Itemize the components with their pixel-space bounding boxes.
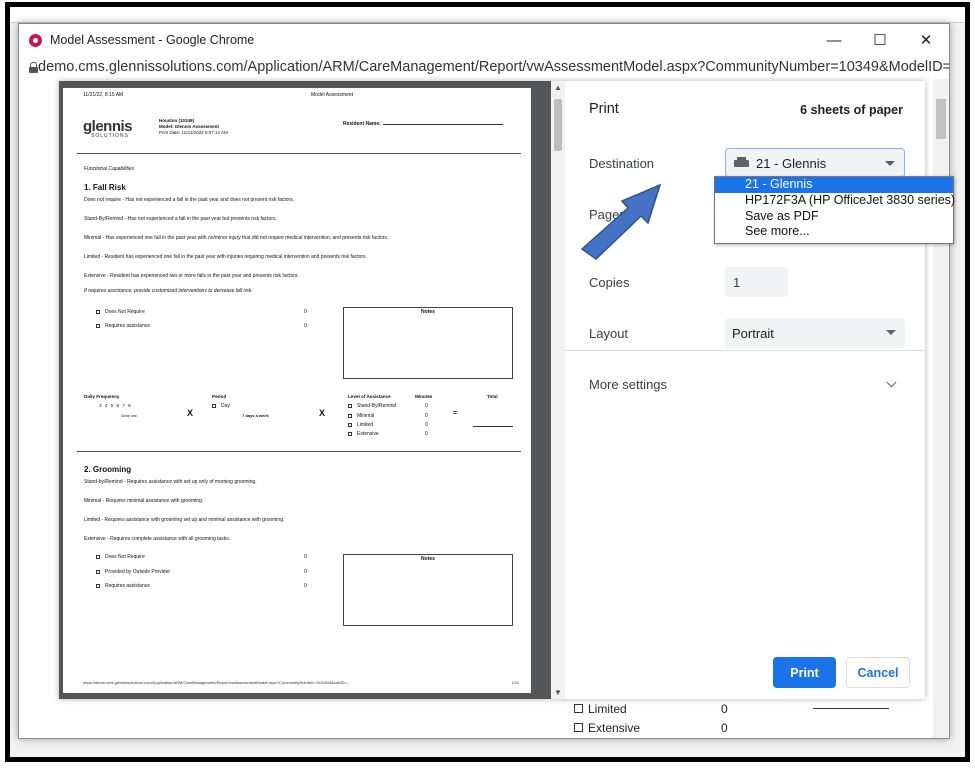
print-dialog: 11/21/22, 8:15 AM Model Assessment glenn…: [59, 81, 925, 699]
section-label: Functional Capabilities: [84, 166, 135, 172]
score: 0: [425, 431, 428, 437]
destination-label: Destination: [589, 156, 655, 171]
scroll-down-icon[interactable]: ▼: [554, 688, 562, 697]
fall-line: Limited - Resident has experienced one f…: [84, 254, 367, 260]
checkbox-item: Provided by Outside Provider: [96, 569, 170, 575]
print-preview: 11/21/22, 8:15 AM Model Assessment glenn…: [59, 81, 565, 699]
sheets-count: 6 sheets of paper: [800, 103, 903, 117]
checkbox-item: Requires assistance: [96, 583, 150, 589]
frequency-values: 3 4 5 6 7 8: [99, 403, 132, 408]
chrome-window: Model Assessment - Google Chrome — ☐ ✕ d…: [18, 23, 950, 739]
grooming-line: Stand-by/Remind - Requires assistance wi…: [84, 479, 257, 485]
layout-label: Layout: [589, 326, 629, 341]
resident-name-label: Resident Name:: [343, 121, 503, 127]
fall-line: Minimal - Has experienced one fall in th…: [84, 235, 389, 241]
score: 0: [425, 422, 428, 428]
daily-frequency: Daily Frequency: [84, 394, 120, 399]
preview-scrollbar[interactable]: ▲ ▼: [551, 81, 565, 699]
window-controls: — ☐ ✕: [811, 24, 949, 56]
grooming-line: Extensive - Requires complete assistance…: [84, 536, 231, 542]
score: 0: [304, 583, 307, 589]
bg-row-extensive: Extensive 0: [574, 718, 889, 737]
score: 0: [425, 403, 428, 409]
equals-sign: =: [453, 410, 458, 417]
days-week: 7 days a week: [242, 413, 269, 418]
grooming-line: Limited - Requires assistance with groom…: [84, 517, 285, 523]
checkbox-item: Does Not Require: [96, 309, 145, 315]
destination-dropdown: 21 - Glennis HP172F3A (HP OfficeJet 3830…: [714, 176, 955, 244]
checkbox-item: Extensive: [348, 431, 379, 437]
background-toolbar: [10, 7, 965, 23]
site-favicon-icon: [29, 33, 42, 47]
scroll-up-icon[interactable]: ▲: [554, 83, 562, 92]
copies-label: Copies: [589, 275, 630, 290]
multiply-sign: X: [319, 408, 326, 418]
divider: [77, 153, 521, 154]
url-text: demo.cms.glennissolutions.com/Applicatio…: [38, 59, 950, 75]
address-bar[interactable]: demo.cms.glennissolutions.com/Applicatio…: [19, 56, 949, 78]
fall-line: Stand-By/Remind - Has not experienced a …: [84, 216, 277, 222]
dropdown-option[interactable]: See more...: [715, 224, 953, 240]
score: 0: [304, 323, 307, 329]
checkbox-item: Day: [212, 403, 230, 409]
cancel-button[interactable]: Cancel: [846, 657, 910, 688]
doc-date: 11/21/22, 8:15 AM: [83, 92, 124, 98]
score: 0: [304, 554, 307, 560]
print-button[interactable]: Print: [773, 657, 836, 688]
total-line: [473, 426, 513, 427]
notes-box: Notes: [343, 307, 513, 379]
chevron-down-icon: [885, 161, 895, 166]
score: 0: [425, 413, 428, 419]
chevron-down-icon[interactable]: [886, 377, 897, 388]
window-title: Model Assessment - Google Chrome: [50, 33, 255, 47]
checkbox-item: Minimal: [348, 413, 374, 419]
settings-divider: [565, 350, 925, 351]
title-bar: Model Assessment - Google Chrome — ☐ ✕: [19, 24, 949, 56]
grooming-line: Minimal - Requires minimal assistance wi…: [84, 498, 204, 504]
bg-row-limited: Limited 0: [574, 699, 889, 718]
fall-note: If requires assistance, provide customiz…: [84, 288, 253, 294]
page-footer: https://demo.cms.glennissolutions.com/Ap…: [83, 680, 519, 685]
more-settings-toggle[interactable]: More settings: [589, 377, 667, 392]
fall-line: Does not require - Has not experienced a…: [84, 197, 295, 203]
notes-box: Notes: [343, 554, 513, 626]
maximize-button[interactable]: ☐: [857, 24, 903, 56]
multiply-sign: X: [187, 408, 194, 418]
background-page-rows: Limited 0 Extensive 0: [574, 699, 889, 737]
doc-meta: Houston (10349) Model: Glennis Assessmen…: [159, 118, 228, 135]
destination-select[interactable]: 21 - Glennis: [725, 148, 905, 178]
score: 0: [304, 309, 307, 315]
printer-icon: [734, 157, 749, 169]
annotation-arrow-icon: [580, 183, 662, 260]
checkbox-item: Stand-By/Remind: [348, 403, 396, 409]
minutes-label: Minutes: [415, 394, 433, 399]
print-settings: Print 6 sheets of paper Destination 21 -…: [565, 81, 925, 699]
divider: [77, 451, 521, 452]
close-button[interactable]: ✕: [903, 24, 949, 56]
fall-line: Extensive - Resident has experienced two…: [84, 273, 299, 279]
checkbox-item: Limited: [348, 422, 373, 428]
layout-select[interactable]: Portrait: [725, 318, 905, 348]
dropdown-option[interactable]: 21 - Glennis: [715, 177, 953, 193]
score: 0: [304, 569, 307, 575]
print-title: Print: [589, 101, 619, 117]
dropdown-option[interactable]: HP172F3A (HP OfficeJet 3830 series): [715, 193, 955, 209]
dropdown-option[interactable]: Save as PDF: [715, 209, 953, 225]
level-label: Level of Assistance: [348, 394, 391, 399]
grooming-title: 2. Grooming: [84, 465, 132, 474]
checkbox-item: Does Not Require: [96, 554, 145, 560]
circle-hint: Circle one.: [121, 414, 138, 418]
total-label: Total: [487, 394, 498, 399]
screenshot-frame: Model Assessment - Google Chrome — ☐ ✕ d…: [5, 2, 970, 762]
period-label: Period: [212, 394, 227, 399]
checkbox-item: Requires assistance: [96, 323, 150, 329]
minimize-button[interactable]: —: [811, 24, 857, 56]
fall-risk-title: 1. Fall Risk: [84, 183, 126, 192]
copies-input[interactable]: 1: [725, 267, 788, 297]
chevron-down-icon: [886, 330, 896, 335]
doc-title: Model Assessment: [311, 92, 353, 98]
preview-page: 11/21/22, 8:15 AM Model Assessment glenn…: [63, 88, 531, 693]
glennis-logo: glennis SOLUTIONS: [83, 118, 133, 139]
